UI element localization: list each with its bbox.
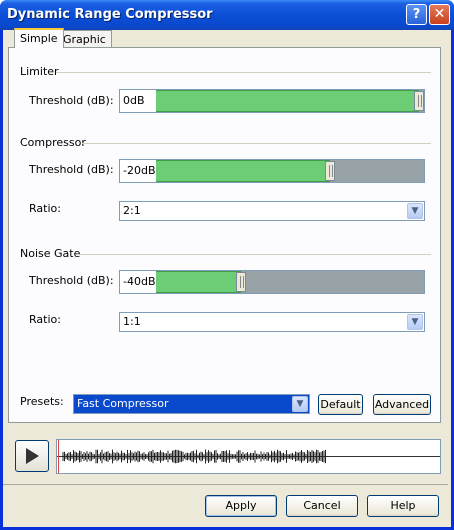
help-button[interactable]: Help (367, 495, 439, 517)
slider-thumb[interactable] (414, 91, 424, 111)
slider-fill (120, 90, 419, 112)
chevron-down-icon[interactable]: ▼ (407, 314, 423, 330)
slider-thumb[interactable] (325, 161, 335, 181)
waveform-preview[interactable] (56, 439, 441, 474)
slider-thumb[interactable] (236, 272, 246, 292)
help-title-button[interactable]: ? (406, 4, 427, 25)
noise-gate-threshold-value: -40dB (123, 275, 156, 288)
play-icon (26, 448, 39, 464)
play-button[interactable] (15, 440, 49, 472)
limiter-divider (56, 72, 431, 73)
tab-graphic[interactable]: Graphic (57, 30, 112, 48)
noise-gate-threshold-slider[interactable]: -40dB (119, 270, 425, 294)
compressor-divider (82, 143, 431, 144)
noise-gate-threshold-label: Threshold (dB): (29, 274, 114, 287)
compressor-threshold-slider[interactable]: -20dB (119, 159, 425, 183)
limiter-threshold-slider[interactable]: 0dB (119, 89, 425, 113)
chevron-down-icon[interactable]: ▼ (292, 396, 308, 412)
noise-gate-divider (77, 254, 431, 255)
compressor-threshold-label: Threshold (dB): (29, 163, 114, 176)
compressor-threshold-value: -20dB (123, 164, 156, 177)
limiter-threshold-label: Threshold (dB): (29, 94, 114, 107)
compressor-group-label: Compressor (20, 136, 86, 149)
footer-separator (3, 484, 448, 485)
compressor-ratio-value: 2:1 (123, 204, 141, 217)
presets-label: Presets: (20, 395, 64, 408)
cancel-button[interactable]: Cancel (286, 495, 358, 517)
presets-select[interactable]: Fast Compressor ▼ (73, 394, 310, 414)
window-title: Dynamic Range Compressor (7, 7, 213, 22)
limiter-group-label: Limiter (20, 65, 59, 78)
noise-gate-ratio-label: Ratio: (29, 313, 61, 326)
default-button[interactable]: Default (318, 394, 363, 415)
noise-gate-ratio-select[interactable]: 1:1 ▼ (119, 312, 425, 332)
apply-button[interactable]: Apply (205, 495, 277, 517)
noise-gate-ratio-value: 1:1 (123, 315, 141, 328)
chevron-down-icon[interactable]: ▼ (407, 203, 423, 219)
presets-value: Fast Compressor (77, 397, 169, 410)
title-bar[interactable]: Dynamic Range Compressor ? ✕ (0, 0, 454, 30)
tab-simple[interactable]: Simple (14, 28, 64, 48)
advanced-button[interactable]: Advanced (373, 394, 431, 415)
playback-cursor (58, 440, 59, 473)
noise-gate-group-label: Noise Gate (20, 247, 81, 260)
close-button[interactable]: ✕ (429, 4, 450, 25)
compressor-ratio-select[interactable]: 2:1 ▼ (119, 201, 425, 221)
waveform-svg (57, 449, 440, 464)
compressor-ratio-label: Ratio: (29, 202, 61, 215)
limiter-threshold-value: 0dB (123, 94, 145, 107)
